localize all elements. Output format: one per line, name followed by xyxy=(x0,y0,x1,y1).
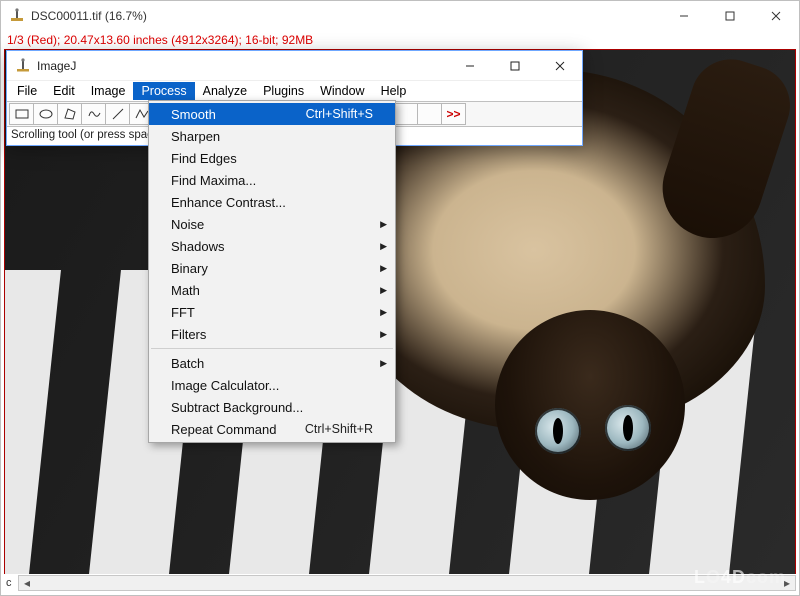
footer-label: c xyxy=(4,577,18,589)
maximize-button[interactable] xyxy=(707,1,753,31)
menu-item-batch[interactable]: Batch xyxy=(149,352,395,374)
image-info-strip: 1/3 (Red); 20.47x13.60 inches (4912x3264… xyxy=(1,31,799,49)
menu-item-subtract-background[interactable]: Subtract Background... xyxy=(149,396,395,418)
menu-item-sharpen[interactable]: Sharpen xyxy=(149,125,395,147)
menu-file[interactable]: File xyxy=(9,82,45,100)
imagej-close-button[interactable] xyxy=(537,52,582,80)
tool-more[interactable]: >> xyxy=(441,103,466,125)
imagej-titlebar[interactable]: ImageJ xyxy=(7,51,582,81)
tool-freehand[interactable] xyxy=(81,103,106,125)
imagej-title: ImageJ xyxy=(37,59,447,73)
tool-divider[interactable] xyxy=(393,103,418,125)
menu-item-shadows[interactable]: Shadows xyxy=(149,235,395,257)
scroll-left-button[interactable]: ◂ xyxy=(19,576,35,590)
menu-window[interactable]: Window xyxy=(312,82,372,100)
menu-item-enhance-contrast[interactable]: Enhance Contrast... xyxy=(149,191,395,213)
imagej-icon xyxy=(15,58,31,74)
menu-item-filters[interactable]: Filters xyxy=(149,323,395,345)
menu-item-repeat-command[interactable]: Repeat CommandCtrl+Shift+R xyxy=(149,418,395,440)
tool-dev[interactable] xyxy=(417,103,442,125)
minimize-button[interactable] xyxy=(661,1,707,31)
tool-line[interactable] xyxy=(105,103,130,125)
imagej-maximize-button[interactable] xyxy=(492,52,537,80)
tool-polygon[interactable] xyxy=(57,103,82,125)
menu-plugins[interactable]: Plugins xyxy=(255,82,312,100)
watermark: LO4Dcom xyxy=(694,567,786,588)
menu-item-find-edges[interactable]: Find Edges xyxy=(149,147,395,169)
tool-rectangle[interactable] xyxy=(9,103,34,125)
menu-help[interactable]: Help xyxy=(373,82,415,100)
close-button[interactable] xyxy=(753,1,799,31)
menu-process[interactable]: Process xyxy=(133,82,194,100)
menu-separator xyxy=(151,348,393,349)
horizontal-scrollbar[interactable]: ◂ ▸ xyxy=(18,575,796,591)
process-menu-dropdown: SmoothCtrl+Shift+S Sharpen Find Edges Fi… xyxy=(148,100,396,443)
image-window-titlebar[interactable]: DSC00011.tif (16.7%) xyxy=(1,1,799,31)
menu-item-noise[interactable]: Noise xyxy=(149,213,395,235)
app-icon xyxy=(9,8,25,24)
menu-analyze[interactable]: Analyze xyxy=(195,82,255,100)
tool-oval[interactable] xyxy=(33,103,58,125)
menu-item-image-calculator[interactable]: Image Calculator... xyxy=(149,374,395,396)
imagej-menubar: File Edit Image Process Analyze Plugins … xyxy=(7,81,582,101)
menu-item-math[interactable]: Math xyxy=(149,279,395,301)
menu-image[interactable]: Image xyxy=(83,82,134,100)
imagej-minimize-button[interactable] xyxy=(447,52,492,80)
menu-item-find-maxima[interactable]: Find Maxima... xyxy=(149,169,395,191)
image-window-title: DSC00011.tif (16.7%) xyxy=(31,9,661,23)
menu-item-binary[interactable]: Binary xyxy=(149,257,395,279)
menu-item-smooth[interactable]: SmoothCtrl+Shift+S xyxy=(149,103,395,125)
menu-edit[interactable]: Edit xyxy=(45,82,83,100)
menu-item-fft[interactable]: FFT xyxy=(149,301,395,323)
